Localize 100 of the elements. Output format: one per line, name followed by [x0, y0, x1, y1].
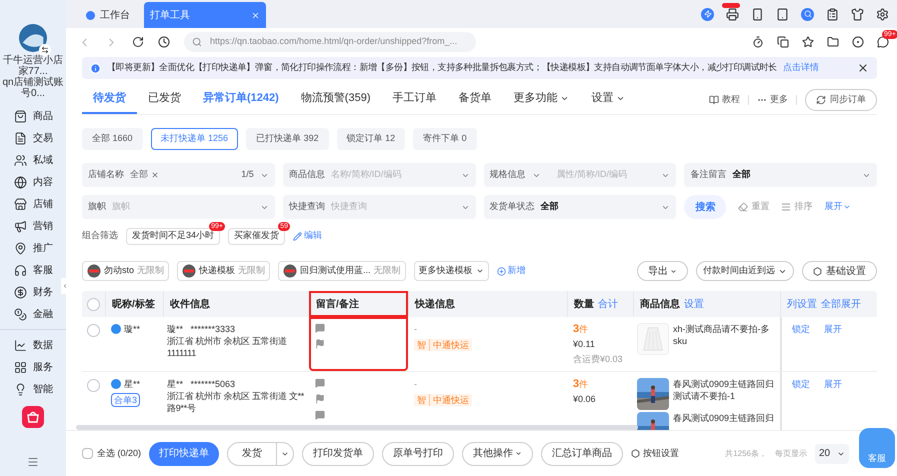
folder-icon[interactable] — [827, 36, 839, 48]
sidebar-item[interactable]: 智能 — [14, 378, 53, 400]
more-link[interactable]: 更多 — [757, 92, 788, 106]
sidebar-item[interactable]: 推广 — [14, 237, 53, 259]
row-action-link[interactable]: 锁定 — [792, 378, 810, 430]
tab[interactable]: 备货单 — [447, 85, 502, 114]
template-chip[interactable]: 勿动sto 无限制 — [82, 261, 170, 281]
checkbox[interactable] — [87, 379, 100, 392]
page-size-label: 每页显示 — [775, 448, 807, 460]
sidebar-item[interactable]: 交易 — [14, 127, 53, 149]
action-button[interactable]: 打印发货单 — [302, 442, 374, 466]
tab[interactable]: 设置 — [580, 85, 636, 114]
sidebar-item[interactable]: 数据 — [14, 334, 53, 356]
collapse-handle[interactable] — [61, 278, 68, 294]
sidebar-item[interactable]: 店铺 — [14, 193, 53, 215]
split-button[interactable]: 发货 — [227, 442, 294, 466]
tablet-icon[interactable] — [776, 8, 789, 20]
info-icon — [90, 62, 101, 74]
avatar[interactable] — [19, 24, 47, 52]
filter-field[interactable]: 规格信息 属性/简称/ID/编码 — [484, 163, 676, 187]
sidebar-item[interactable]: 内容 — [14, 171, 53, 193]
status-filter[interactable]: 寄件下单 0 — [413, 128, 477, 150]
message-icon[interactable] — [877, 36, 889, 48]
hexagon-icon — [631, 449, 640, 458]
more-templates-dropdown[interactable]: 更多快递模板 — [414, 261, 489, 281]
flag-icon[interactable] — [315, 394, 325, 404]
address: 浙江省 杭州市 余杭区 五常街道 1111111 — [167, 335, 288, 359]
action-button[interactable]: 其他操作 — [462, 442, 534, 466]
remove-icon[interactable] — [151, 171, 159, 179]
tab[interactable]: 手工订单 — [381, 85, 448, 114]
row-action-link[interactable]: 锁定 — [792, 323, 810, 365]
sort-dropdown[interactable]: 付款时间由近到远 — [696, 261, 794, 281]
flag-icon[interactable] — [315, 339, 325, 349]
print-button[interactable]: 打印快递单 — [149, 442, 220, 466]
action-button[interactable]: 原单号打印 — [382, 442, 454, 466]
quantity: 3件 — [573, 378, 590, 390]
tab[interactable]: 异常订单(1242) — [192, 85, 290, 114]
tab[interactable]: 已发货 — [137, 85, 192, 114]
sidebar-item[interactable]: 服务 — [14, 356, 53, 378]
row-action-link[interactable]: 展开 — [824, 378, 842, 430]
close-icon[interactable] — [857, 62, 869, 74]
tab[interactable]: 更多功能 — [502, 85, 580, 114]
button-settings-link[interactable]: 按钮设置 — [631, 446, 680, 460]
app-icon[interactable] — [22, 406, 44, 428]
filter-field[interactable]: 商品信息 名称/简称/ID/编码 — [282, 163, 476, 187]
chevron-icon — [515, 450, 522, 457]
browser-tab[interactable]: 工作台 — [80, 2, 136, 28]
selection-count: 1/5 — [241, 168, 254, 182]
expand-link[interactable]: 展开 — [824, 200, 852, 214]
star-icon[interactable] — [802, 36, 814, 48]
history-icon[interactable] — [158, 36, 170, 48]
sidebar-item[interactable]: 营销 — [14, 215, 53, 237]
export-button[interactable]: 导出 — [637, 261, 688, 281]
tutorial-link[interactable]: 教程 — [709, 92, 740, 106]
status-filter[interactable]: 全部 1660 — [82, 128, 143, 150]
filter-field[interactable]: 快捷查询 快捷查询 — [282, 195, 476, 219]
sync-orders-button[interactable]: 同步订单 — [805, 88, 877, 110]
checkbox[interactable] — [87, 298, 100, 310]
speed-icon[interactable] — [752, 36, 764, 48]
filter-field[interactable]: 旗帜 旗帜 — [82, 195, 275, 219]
tab[interactable]: 物流预警(359) — [290, 85, 382, 114]
status-filter[interactable]: 已打快递单 392 — [246, 128, 329, 150]
row-action-link[interactable]: 展开 — [824, 323, 842, 365]
shirt-icon[interactable] — [851, 8, 864, 20]
basic-settings-button[interactable]: 基础设置 — [802, 261, 877, 281]
status-filter[interactable]: 锁定订单 12 — [336, 128, 406, 150]
horizontal-scrollbar[interactable] — [76, 425, 638, 430]
filter-field[interactable]: 发货单状态 全部 — [484, 195, 676, 219]
checkbox[interactable] — [82, 448, 93, 459]
refresh-icon — [816, 94, 826, 104]
template-chip[interactable]: 快递模板 无限制 — [177, 261, 270, 281]
filter-field[interactable]: 备注留言 全部 — [684, 163, 877, 187]
sidebar-item[interactable]: 金融 — [14, 303, 53, 325]
column-header: 收件信息 — [163, 291, 309, 317]
phone-icon[interactable] — [751, 8, 764, 20]
reload-icon[interactable] — [132, 36, 144, 48]
sidebar-item[interactable]: 私域 — [14, 149, 53, 171]
people-icon — [14, 154, 27, 166]
pencil-icon — [293, 232, 302, 240]
tab[interactable]: 待发货 — [82, 85, 137, 114]
browser-tab[interactable]: 打单工具 — [144, 2, 266, 28]
list-icon[interactable] — [826, 8, 839, 20]
settings-icon[interactable] — [876, 8, 889, 20]
checkbox[interactable] — [87, 324, 100, 337]
edit-link[interactable]: 编辑 — [293, 229, 322, 243]
menu-icon[interactable] — [27, 456, 39, 468]
chart-icon — [14, 338, 27, 352]
action-button[interactable]: 汇总订单商品 — [541, 442, 624, 466]
copy-icon[interactable] — [777, 36, 789, 48]
sidebar-item[interactable]: 客服 — [14, 259, 53, 281]
switch-account-icon[interactable] — [39, 44, 51, 56]
sidebar-item[interactable]: 商品 — [14, 105, 53, 127]
status-filter[interactable]: 未打快递单 1256 — [150, 128, 238, 150]
sidebar-item[interactable]: 财务 — [14, 281, 53, 303]
add-template-link[interactable]: 新增 — [496, 264, 526, 278]
printer-icon[interactable] — [726, 8, 739, 20]
page-size-select[interactable]: 20 — [815, 444, 849, 464]
bolt-icon[interactable] — [701, 8, 714, 20]
filter-field[interactable]: 店铺名称 全部 1/5 — [82, 163, 275, 187]
template-chip[interactable]: 回归测试使用蓝... 无限制 — [278, 261, 406, 281]
